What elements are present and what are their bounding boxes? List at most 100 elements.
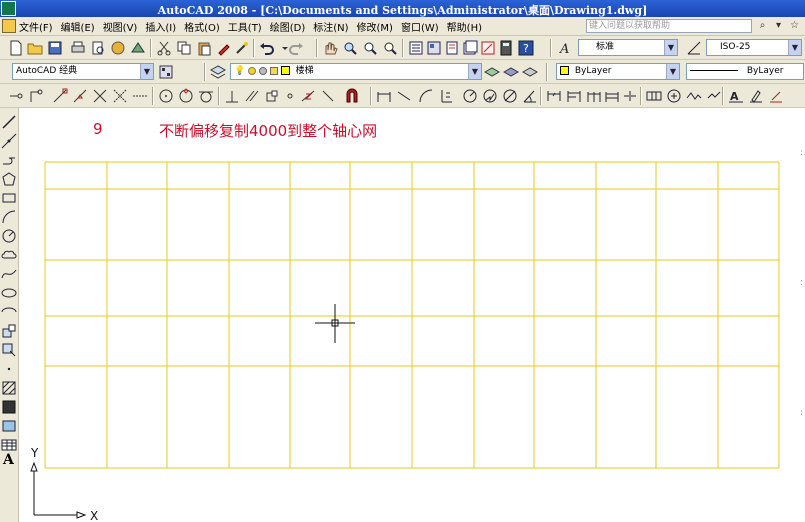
dim-style-select[interactable]: ISO-25 ▼ [706, 39, 802, 56]
print-preview-icon[interactable] [90, 40, 106, 56]
undo-icon[interactable] [259, 40, 275, 56]
linetype-select[interactable]: ByLayer [686, 63, 804, 80]
revision-cloud-icon[interactable] [1, 247, 17, 263]
arc-icon[interactable] [1, 209, 17, 225]
drawing-canvas[interactable]: Y X 9 不断偏移复制4000到整个轴心网 : : : [19, 108, 805, 522]
match-properties-icon[interactable] [216, 40, 232, 56]
snap-center-icon[interactable] [158, 88, 174, 104]
menu-tools[interactable]: 工具(T) [228, 19, 262, 34]
line-icon[interactable] [1, 114, 17, 130]
help-search-input[interactable]: 键入问题以获取帮助 [586, 19, 752, 33]
workspace-select[interactable]: AutoCAD 经典 ▼ [12, 63, 154, 80]
snap-extension-icon[interactable] [132, 88, 148, 104]
chevron-down-icon[interactable]: ▼ [666, 64, 679, 79]
menu-format[interactable]: 格式(O) [184, 19, 220, 34]
temporary-track-point-icon[interactable] [8, 88, 24, 104]
angular-dimension-icon[interactable] [522, 88, 538, 104]
copy-icon[interactable] [176, 40, 192, 56]
help-dropdown-icon[interactable]: ▾ [771, 19, 786, 33]
zoom-window-icon[interactable] [362, 40, 378, 56]
text-style-icon[interactable]: A [558, 40, 574, 56]
publish-icon[interactable] [110, 40, 126, 56]
dimension-edit-icon[interactable]: A [728, 88, 744, 104]
help-icon[interactable]: ? [518, 40, 534, 56]
arc-length-icon[interactable] [418, 88, 434, 104]
sun-icon[interactable] [248, 66, 257, 75]
region-icon[interactable] [1, 418, 17, 434]
diameter-dimension-icon[interactable] [502, 88, 518, 104]
menu-insert[interactable]: 插入(I) [145, 19, 176, 34]
layer-previous-icon[interactable] [503, 64, 519, 80]
snap-midpoint-icon[interactable] [72, 88, 88, 104]
baseline-dimension-icon[interactable] [566, 88, 582, 104]
freeze-viewport-icon[interactable] [258, 66, 267, 75]
chevron-down-icon[interactable]: ▼ [664, 40, 677, 55]
pan-icon[interactable] [322, 40, 338, 56]
snap-none-icon[interactable] [320, 88, 336, 104]
menu-dimension[interactable]: 标注(N) [313, 19, 348, 34]
dimension-space-icon[interactable] [604, 88, 620, 104]
sheet-set-icon[interactable] [462, 40, 478, 56]
menu-window[interactable]: 窗口(W) [401, 19, 439, 34]
jogged-dimension-icon[interactable] [482, 88, 498, 104]
lightbulb-icon[interactable]: 💡 [234, 66, 245, 76]
snap-intersection-icon[interactable] [92, 88, 108, 104]
dimension-update-icon[interactable] [768, 88, 784, 104]
spline-icon[interactable] [1, 266, 17, 282]
linear-dimension-icon[interactable] [376, 88, 392, 104]
hatch-icon[interactable] [1, 380, 17, 396]
snap-nearest-icon[interactable] [300, 88, 316, 104]
layer-select[interactable]: 💡 楼梯 ▼ [230, 63, 482, 80]
menu-file[interactable]: 文件(F) [19, 19, 53, 34]
menu-draw[interactable]: 绘图(D) [270, 19, 306, 34]
dimension-break-icon[interactable] [622, 88, 638, 104]
menu-modify[interactable]: 修改(M) [357, 19, 393, 34]
cut-icon[interactable] [156, 40, 172, 56]
ellipse-arc-icon[interactable] [1, 304, 17, 320]
zoom-previous-icon[interactable] [382, 40, 398, 56]
zoom-realtime-icon[interactable] [342, 40, 358, 56]
osnap-settings-icon[interactable] [344, 88, 360, 104]
undo-dropdown-icon[interactable] [277, 40, 288, 56]
markup-set-icon[interactable] [480, 40, 496, 56]
dimension-text-edit-icon[interactable] [748, 88, 764, 104]
new-file-icon[interactable] [8, 40, 24, 56]
tolerance-icon[interactable] [646, 88, 662, 104]
snap-endpoint-icon[interactable] [52, 88, 68, 104]
chevron-down-icon[interactable]: ▼ [788, 40, 801, 55]
3d-dwf-icon[interactable] [130, 40, 146, 56]
color-select[interactable]: ByLayer ▼ [556, 63, 680, 80]
open-folder-icon[interactable] [27, 40, 43, 56]
quick-dimension-icon[interactable] [546, 88, 562, 104]
aligned-dimension-icon[interactable] [396, 88, 412, 104]
center-mark-icon[interactable] [666, 88, 682, 104]
menu-view[interactable]: 视图(V) [103, 19, 138, 34]
block-editor-icon[interactable] [234, 40, 250, 56]
ellipse-icon[interactable] [1, 285, 17, 301]
rectangle-icon[interactable] [1, 190, 17, 206]
workspace-settings-icon[interactable] [158, 64, 174, 80]
menu-edit[interactable]: 编辑(E) [61, 19, 95, 34]
snap-tangent-icon[interactable] [198, 88, 214, 104]
menu-help[interactable]: 帮助(H) [447, 19, 482, 34]
construction-line-icon[interactable] [1, 133, 17, 149]
ordinate-dimension-icon[interactable] [438, 88, 454, 104]
quickcalc-icon[interactable] [498, 40, 514, 56]
jogged-linear-icon[interactable] [706, 88, 722, 104]
layer-color-swatch[interactable] [280, 66, 290, 75]
paste-icon[interactable] [196, 40, 212, 56]
text-style-select[interactable]: 标准 ▼ [578, 39, 678, 56]
snap-parallel-icon[interactable] [244, 88, 260, 104]
tool-palettes-icon[interactable] [444, 40, 460, 56]
redo-icon[interactable] [288, 40, 304, 56]
snap-from-icon[interactable] [28, 88, 44, 104]
snap-perpendicular-icon[interactable] [224, 88, 240, 104]
snap-node-icon[interactable] [282, 88, 298, 104]
point-icon[interactable] [1, 361, 17, 377]
snap-insert-icon[interactable] [264, 88, 280, 104]
star-icon[interactable]: ☆ [787, 19, 802, 33]
design-center-icon[interactable] [426, 40, 442, 56]
layer-manager-icon[interactable] [210, 64, 226, 80]
circle-icon[interactable] [1, 228, 17, 244]
print-icon[interactable] [70, 40, 86, 56]
